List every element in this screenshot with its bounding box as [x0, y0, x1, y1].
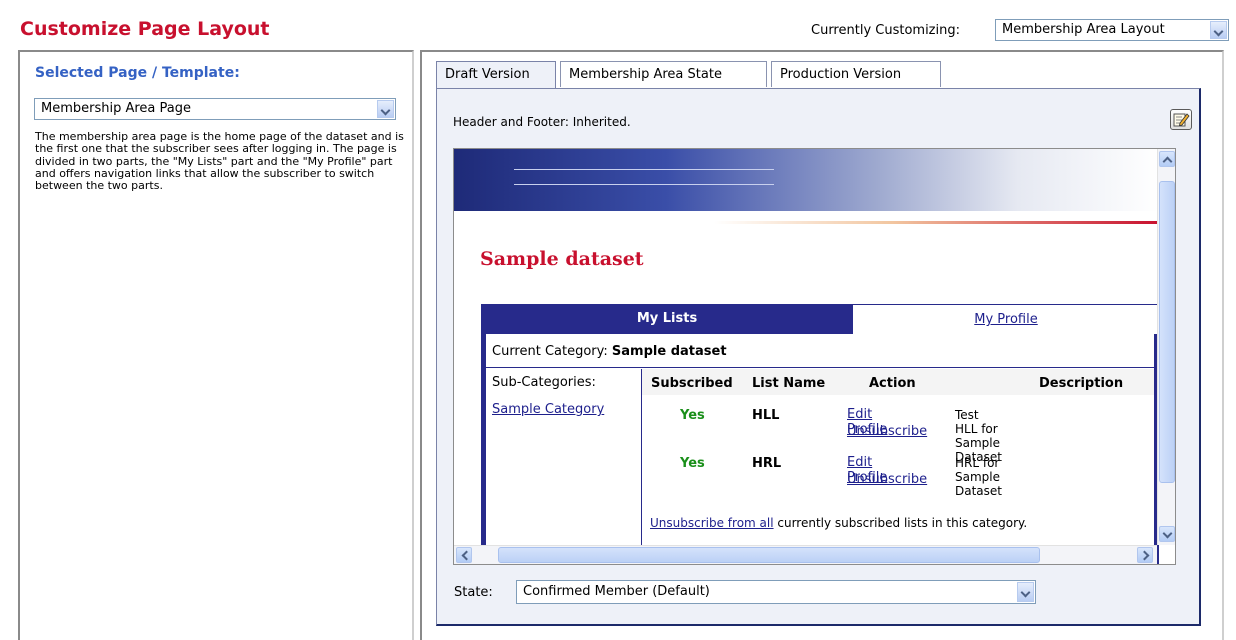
preview-tab-my-lists[interactable]: My Lists: [481, 304, 853, 334]
preview-vertical-scrollbar[interactable]: [1157, 149, 1175, 545]
preview-banner-accent: [714, 221, 1159, 224]
header-footer-text: Header and Footer: Inherited.: [453, 115, 631, 129]
selected-page-heading: Selected Page / Template:: [35, 65, 240, 81]
row-subscribed: Yes: [680, 408, 705, 423]
customizing-select-value: Membership Area Layout: [1002, 22, 1165, 37]
unsubscribe-all-link[interactable]: Unsubscribe from all: [650, 516, 774, 530]
scroll-left-icon[interactable]: [456, 547, 472, 563]
unsubscribe-all-line: Unsubscribe from all currently subscribe…: [650, 516, 1027, 530]
subcategories-label: Sub-Categories:: [492, 375, 596, 390]
chevron-down-icon: [377, 100, 394, 118]
preview-horizontal-scrollbar[interactable]: [454, 545, 1157, 564]
tab-draft-version[interactable]: Draft Version: [436, 61, 556, 89]
unsubscribe-all-suffix: currently subscribed lists in this categ…: [773, 516, 1028, 530]
selected-page-value: Membership Area Page: [41, 101, 192, 116]
preview-dataset-title: Sample dataset: [480, 248, 644, 270]
page-description: The membership area page is the home pag…: [35, 130, 404, 193]
current-category-row: Current Category: Sample dataset: [486, 342, 1154, 368]
edit-pencil-icon: [1173, 113, 1190, 127]
scroll-right-icon[interactable]: [1137, 547, 1153, 563]
row-list-name: HRL: [752, 456, 782, 471]
page-title: Customize Page Layout: [20, 18, 270, 40]
tab-membership-area-state[interactable]: Membership Area State: [560, 61, 767, 87]
current-category-value: Sample dataset: [611, 344, 727, 359]
row-unsubscribe-link[interactable]: Unsubscribe: [847, 424, 927, 439]
chevron-down-icon: [1017, 582, 1034, 602]
preview-tab-my-lists-label: My Lists: [636, 311, 698, 326]
subcategories-divider: [641, 369, 642, 564]
preview-tab-my-profile-link[interactable]: My Profile: [974, 312, 1037, 327]
scroll-down-icon[interactable]: [1159, 526, 1175, 542]
customizing-label: Currently Customizing:: [811, 23, 960, 38]
edit-button[interactable]: [1170, 109, 1192, 130]
preview-banner-lines: [514, 169, 774, 185]
row-unsubscribe-link[interactable]: Unsubscribe: [847, 472, 927, 487]
horizontal-scroll-thumb[interactable]: [498, 547, 1040, 563]
chevron-down-icon: [1210, 21, 1227, 39]
col-header-subscribed: Subscribed: [651, 376, 733, 391]
col-header-list-name: List Name: [752, 376, 826, 391]
state-select-value: Confirmed Member (Default): [523, 584, 710, 599]
state-label: State:: [454, 585, 493, 600]
vertical-scroll-thumb[interactable]: [1159, 181, 1175, 483]
row-subscribed: Yes: [680, 456, 705, 471]
current-category-label: Current Category:: [492, 344, 608, 359]
customizing-select[interactable]: Membership Area Layout: [995, 19, 1229, 41]
col-header-description: Description: [1039, 376, 1124, 391]
state-select[interactable]: Confirmed Member (Default): [516, 580, 1036, 604]
preview-tab-my-profile[interactable]: My Profile: [853, 304, 1159, 334]
row-description: HRL for Sample Dataset: [955, 456, 1002, 498]
preview-frame: Sample dataset My Lists My Profile Curre…: [453, 148, 1176, 565]
tab-production-version[interactable]: Production Version: [771, 61, 941, 87]
selected-page-select[interactable]: Membership Area Page: [34, 98, 396, 120]
row-list-name: HLL: [752, 408, 780, 423]
subcategory-link-sample-category[interactable]: Sample Category: [492, 402, 604, 417]
scroll-up-icon[interactable]: [1159, 151, 1175, 167]
tab-strip: Draft Version Membership Area State Prod…: [436, 61, 956, 89]
col-header-action: Action: [869, 376, 916, 391]
